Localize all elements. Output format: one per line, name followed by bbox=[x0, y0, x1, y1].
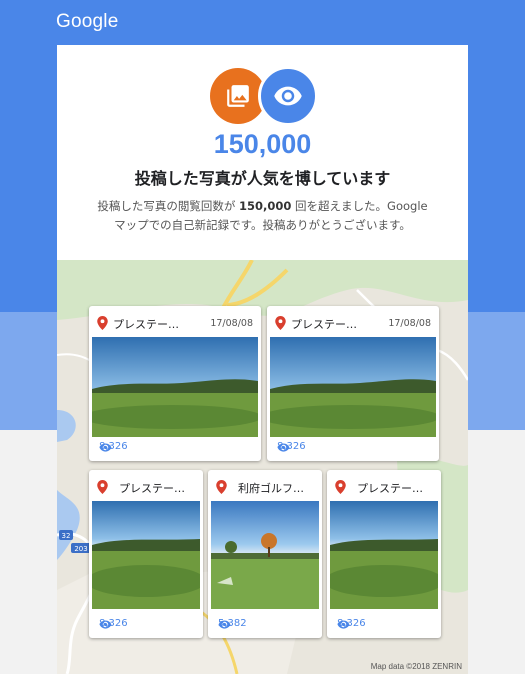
road-label-203: 203 bbox=[74, 545, 87, 553]
photo-card-header: プレステー… 17/08/08 bbox=[89, 306, 261, 340]
view-stats: 5,382 bbox=[218, 618, 247, 629]
road-label-32: 32 bbox=[62, 532, 71, 540]
map-pin-icon bbox=[97, 480, 108, 494]
photo-title: プレステー… bbox=[113, 318, 179, 331]
photo-card[interactable]: プレステー… 8,326 bbox=[89, 470, 203, 638]
photo-thumbnail[interactable] bbox=[92, 337, 258, 437]
photo-date: 17/08/08 bbox=[210, 318, 253, 329]
photo-date: 17/08/08 bbox=[388, 318, 431, 329]
photo-card-header: プレステー… 17/08/08 bbox=[267, 306, 439, 340]
view-stats: 8,326 bbox=[99, 618, 128, 629]
map-attribution: Map data ©2018 ZENRIN bbox=[370, 662, 462, 671]
map-pin-icon bbox=[97, 316, 108, 330]
eye-icon bbox=[99, 620, 112, 629]
photo-thumbnail[interactable] bbox=[92, 501, 200, 609]
photo-card-header: 利府ゴルフ… bbox=[208, 470, 322, 504]
description-count: 150,000 bbox=[239, 199, 292, 213]
photo-thumbnail[interactable] bbox=[330, 501, 438, 609]
photo-card-header: プレステー… bbox=[327, 470, 441, 504]
eye-icon bbox=[218, 620, 231, 629]
photo-thumbnail[interactable] bbox=[211, 501, 319, 609]
description: 投稿した写真の閲覧回数が 150,000 回を超えました。Google マップで… bbox=[97, 197, 428, 235]
map-pin-icon bbox=[275, 316, 286, 330]
photo-title: プレステー… bbox=[291, 318, 357, 331]
photo-card[interactable]: プレステー… 8,326 bbox=[327, 470, 441, 638]
eye-icon bbox=[258, 66, 318, 126]
photo-thumbnail[interactable] bbox=[270, 337, 436, 437]
eye-icon bbox=[277, 443, 290, 452]
map-background: 32 203 プレステー… 17/08/08 8,326 プレステー… 17/0… bbox=[57, 260, 468, 674]
eye-icon bbox=[99, 443, 112, 452]
google-logo[interactable]: Google bbox=[56, 11, 118, 33]
map-pin-icon bbox=[216, 480, 227, 494]
description-text-start: 投稿した写真の閲覧回数が bbox=[97, 199, 240, 213]
badge-icons bbox=[207, 66, 318, 126]
achievement-card: 150,000 投稿した写真が人気を博しています 投稿した写真の閲覧回数が 15… bbox=[57, 45, 468, 674]
view-stats: 8,326 bbox=[99, 441, 128, 452]
photo-card[interactable]: プレステー… 17/08/08 8,326 bbox=[267, 306, 439, 461]
photo-card[interactable]: 利府ゴルフ… 5,382 bbox=[208, 470, 322, 638]
view-count: 150,000 bbox=[213, 129, 312, 159]
eye-icon bbox=[337, 620, 350, 629]
photo-title: プレステー… bbox=[119, 482, 185, 495]
view-stats: 8,326 bbox=[277, 441, 306, 452]
photo-title: プレステー… bbox=[357, 482, 423, 495]
photo-card[interactable]: プレステー… 17/08/08 8,326 bbox=[89, 306, 261, 461]
photo-card-header: プレステー… bbox=[89, 470, 203, 504]
photo-title: 利府ゴルフ… bbox=[238, 482, 304, 495]
map-pin-icon bbox=[335, 480, 346, 494]
view-stats: 8,326 bbox=[337, 618, 366, 629]
headline: 投稿した写真が人気を博しています bbox=[134, 169, 391, 188]
